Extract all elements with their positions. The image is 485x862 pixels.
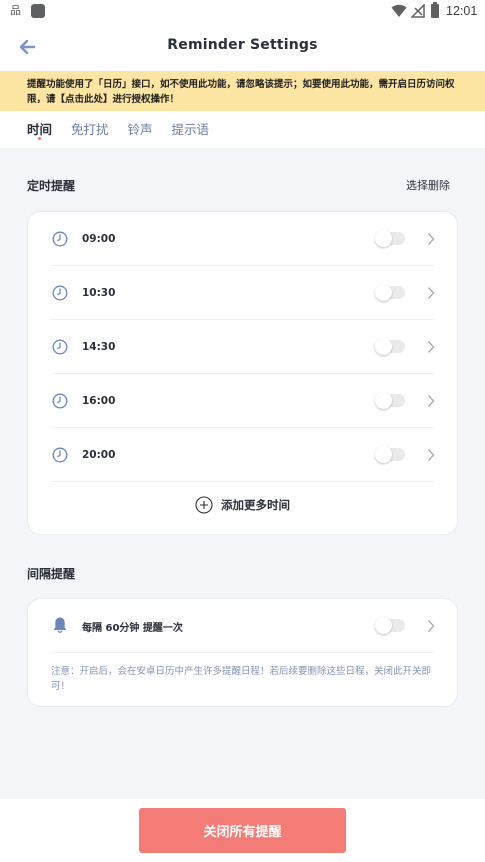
add-more-time-button[interactable]: 添加更多时间 <box>28 496 457 522</box>
note-divider <box>51 652 434 653</box>
clock-icon <box>52 393 68 409</box>
app-notification-icon: 品 <box>10 4 21 17</box>
time-row[interactable]: 09:00 <box>28 212 457 266</box>
toggle-knob <box>375 338 392 355</box>
chevron-right-icon <box>428 620 435 632</box>
clock-icon <box>52 339 68 355</box>
time-toggle[interactable] <box>375 446 405 463</box>
add-more-content: 添加更多时间 <box>195 496 290 514</box>
toggle-knob <box>375 617 392 634</box>
clock-icon <box>52 447 68 463</box>
tab-ringtone-label: 铃声 <box>127 122 153 137</box>
plus-circle-icon <box>195 496 213 514</box>
toggle-knob <box>375 230 392 247</box>
add-more-label: 添加更多时间 <box>221 498 290 512</box>
time-label: 16:00 <box>82 395 116 407</box>
interval-row[interactable]: 每隔 60分钟 提醒一次 <box>28 599 457 653</box>
tab-ringtone[interactable]: 铃声 <box>128 119 153 141</box>
bell-icon <box>53 617 67 633</box>
time-toggle[interactable] <box>375 230 405 247</box>
tab-prompt-text-label: 提示语 <box>171 122 210 137</box>
tab-do-not-disturb-label: 免打扰 <box>71 122 109 137</box>
time-toggle[interactable] <box>375 392 405 409</box>
time-row[interactable]: 10:30 <box>28 266 457 320</box>
chevron-right-icon <box>428 233 435 245</box>
timed-section-title: 定时提醒 <box>27 179 76 193</box>
wifi-icon <box>391 4 407 17</box>
chevron-right-icon <box>428 287 435 299</box>
clock-icon <box>52 285 68 301</box>
signal-icon <box>411 4 425 18</box>
interval-reminder-card: 每隔 60分钟 提醒一次 注意：开启后，会在安卓日历中产生许多提醒日程！若后续要… <box>27 598 458 707</box>
interval-label: 每隔 60分钟 提醒一次 <box>82 623 183 634</box>
battery-icon <box>431 2 439 18</box>
notification-square-icon <box>31 4 45 18</box>
page-title: Reminder Settings <box>167 37 318 53</box>
time-label: 14:30 <box>82 341 116 353</box>
time-label: 09:00 <box>82 233 116 245</box>
toggle-knob <box>375 446 392 463</box>
tab-time-label: 时间 <box>27 122 53 137</box>
time-toggle[interactable] <box>375 284 405 301</box>
row-divider <box>51 481 434 482</box>
select-delete-button[interactable]: 选择删除 <box>406 177 450 193</box>
chevron-right-icon <box>428 395 435 407</box>
timed-reminders-card: 09:00 10:30 14:30 16:00 20:00 添加更多时间 <box>27 211 458 535</box>
interval-toggle[interactable] <box>375 617 405 634</box>
tab-prompt-text[interactable]: 提示语 <box>172 119 210 141</box>
time-label: 20:00 <box>82 449 116 461</box>
time-label: 10:30 <box>82 287 116 299</box>
toggle-knob <box>375 392 392 409</box>
interval-section-title: 间隔提醒 <box>27 567 76 581</box>
time-row[interactable]: 20:00 <box>28 428 457 482</box>
calendar-permission-banner[interactable]: 提醒功能使用了「日历」接口，如不使用此功能，请忽略该提示；如要使用此功能，需开启… <box>0 71 485 111</box>
close-all-reminders-button[interactable]: 关闭所有提醒 <box>139 808 346 853</box>
status-time: 12:01 <box>446 4 478 18</box>
toggle-knob <box>375 284 392 301</box>
clock-icon <box>52 231 68 247</box>
tab-do-not-disturb[interactable]: 免打扰 <box>71 119 109 141</box>
tab-time[interactable]: 时间 <box>27 119 52 141</box>
time-row[interactable]: 16:00 <box>28 374 457 428</box>
chevron-right-icon <box>428 341 435 353</box>
time-row[interactable]: 14:30 <box>28 320 457 374</box>
tab-active-indicator <box>38 137 41 140</box>
time-toggle[interactable] <box>375 338 405 355</box>
interval-note: 注意：开启后，会在安卓日历中产生许多提醒日程！若后续要删除这些日程，关闭此开关即… <box>51 666 432 692</box>
tab-bar: 时间 免打扰 铃声 提示语 <box>27 119 228 141</box>
chevron-right-icon <box>428 449 435 461</box>
bottom-bar: 关闭所有提醒 <box>0 799 485 862</box>
status-bar: 品 12:01 <box>0 0 485 24</box>
